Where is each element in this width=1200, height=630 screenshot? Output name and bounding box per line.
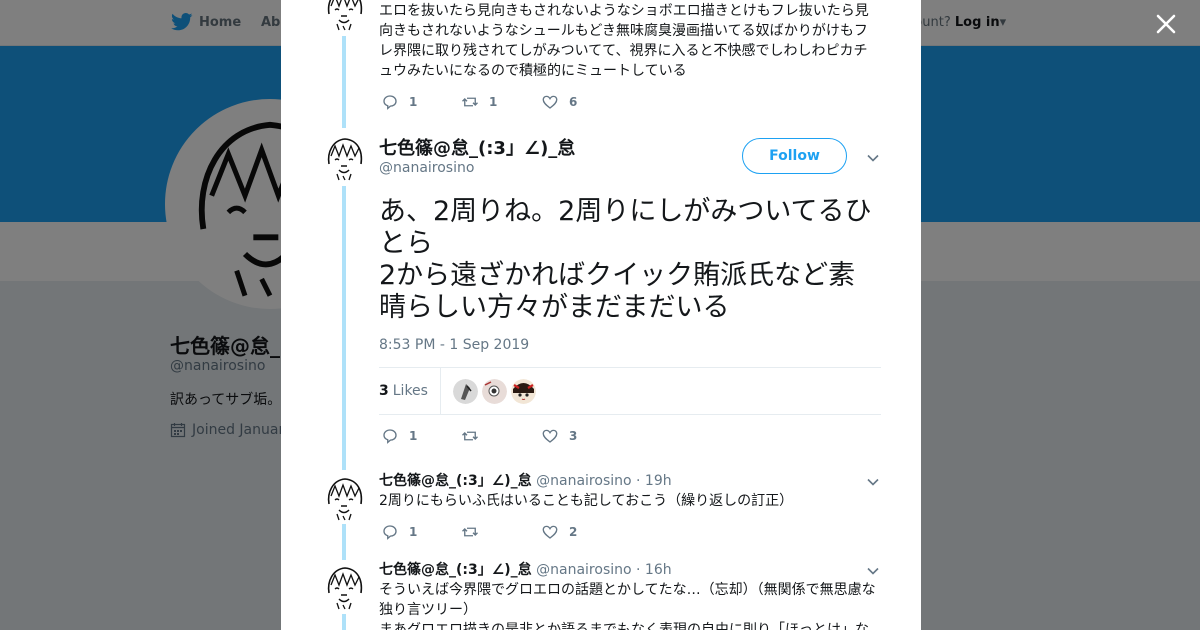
reply-text: 2周りにもらいふ氏はいることも記しておこう（繰り返しの訂正）	[379, 493, 794, 509]
reply-count: 1	[409, 429, 418, 443]
tweet-text: あ、2周りね。2周りにしがみついてるひとら 2から遠ざかればクイック賄派氏など素…	[379, 196, 872, 323]
close-icon[interactable]	[1155, 13, 1177, 35]
reply-header[interactable]: 七色篠@怠_(:3」∠)_怠 @nanairosino · 19h	[379, 471, 672, 491]
reply-author-name[interactable]: 七色篠@怠_(:3」∠)_怠	[379, 562, 532, 578]
reply-age[interactable]: · 19h	[636, 473, 672, 489]
like-count: 6	[569, 95, 578, 109]
reply-author-handle[interactable]: @nanairosino	[536, 473, 631, 489]
reply-header[interactable]: 七色篠@怠_(:3」∠)_怠 @nanairosino · 16h	[379, 560, 672, 580]
reply-button[interactable]: 1	[381, 523, 461, 541]
retweet-button[interactable]: 1	[461, 93, 541, 111]
like-button[interactable]: 3	[541, 427, 621, 445]
tweet-timestamp[interactable]: 8:53 PM - 1 Sep 2019	[379, 337, 529, 353]
retweet-button[interactable]	[461, 427, 541, 445]
follow-button[interactable]: Follow	[742, 138, 847, 174]
likes-stat[interactable]: 3 Likes	[379, 367, 441, 415]
like-button[interactable]: 2	[541, 523, 621, 541]
previous-tweet-actions: 1 1 6	[381, 92, 621, 112]
thread-line	[342, 614, 346, 630]
retweet-count: 1	[489, 95, 498, 109]
reply-text: そういえば今界隈でグロエロの話題とかしてたな…（忘却）（無関係で無思慮な独り言ツ…	[379, 582, 876, 630]
chevron-down-icon[interactable]	[866, 563, 880, 577]
like-count: 2	[569, 525, 578, 539]
liker-avatar[interactable]	[510, 378, 536, 404]
tweet-actions: 1 3	[381, 426, 621, 446]
reply-count: 1	[409, 95, 418, 109]
likes-stat-label: Likes	[392, 383, 428, 399]
heart-icon	[542, 429, 558, 443]
reply-author-name[interactable]: 七色篠@怠_(:3」∠)_怠	[379, 473, 532, 489]
retweet-icon	[462, 527, 478, 537]
likers-avatars	[452, 378, 536, 404]
reply-button[interactable]: 1	[381, 93, 461, 111]
thread-line	[342, 524, 346, 560]
heart-icon	[542, 95, 558, 109]
liker-avatar[interactable]	[452, 378, 478, 404]
chevron-down-icon[interactable]	[866, 150, 880, 164]
avatar[interactable]	[321, 474, 369, 522]
reply-age[interactable]: · 16h	[636, 562, 672, 578]
chevron-down-icon[interactable]	[866, 474, 880, 488]
thread-line	[342, 186, 346, 470]
liker-avatar[interactable]	[481, 378, 507, 404]
like-count: 3	[569, 429, 578, 443]
tweet-modal: エロを抜いたら見向きもされないようなショボエロ描きとけもフレ抜いたら見向きもされ…	[281, 0, 921, 630]
retweet-icon	[462, 431, 478, 441]
avatar[interactable]	[321, 134, 369, 182]
retweet-button[interactable]	[461, 523, 541, 541]
reply-button[interactable]: 1	[381, 427, 461, 445]
reply-count: 1	[409, 525, 418, 539]
reply-icon	[383, 429, 397, 444]
previous-tweet-text: エロを抜いたら見向きもされないようなショボエロ描きとけもフレ抜いたら見向きもされ…	[379, 3, 869, 79]
thread-line	[342, 36, 346, 128]
tweet-author-name[interactable]: 七色篠@怠_(:3」∠)_怠	[379, 134, 575, 160]
tweet-author-handle[interactable]: @nanairosino	[379, 160, 474, 176]
tweet-stats: 3 Likes	[379, 367, 881, 415]
avatar[interactable]	[321, 563, 369, 611]
retweet-icon	[462, 97, 478, 107]
like-button[interactable]: 6	[541, 93, 621, 111]
avatar[interactable]	[321, 0, 369, 32]
reply-icon	[383, 525, 397, 540]
heart-icon	[542, 525, 558, 539]
reply-author-handle[interactable]: @nanairosino	[536, 562, 631, 578]
reply-icon	[383, 95, 397, 110]
reply-actions: 1 2	[381, 522, 621, 542]
likes-stat-count: 3	[379, 383, 389, 399]
